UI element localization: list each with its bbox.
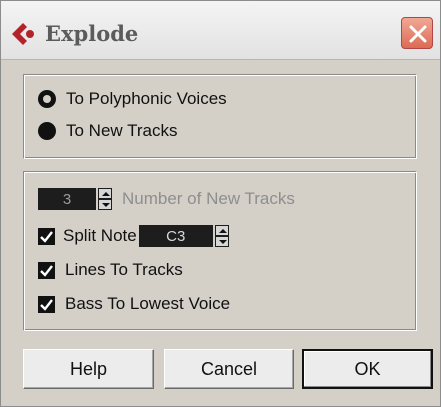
cancel-button[interactable]: Cancel	[164, 349, 294, 389]
dialog-title: Explode	[45, 21, 139, 46]
lines-to-tracks-label: Lines To Tracks	[65, 260, 183, 279]
spin-up-icon[interactable]	[99, 189, 111, 198]
cubase-logo-icon	[11, 22, 37, 46]
split-note-value[interactable]: C3	[138, 225, 213, 247]
explode-mode-group: To Polyphonic Voices To New Tracks	[23, 74, 417, 159]
radio-option-polyphonic-voices[interactable]: To Polyphonic Voices	[38, 87, 227, 111]
lines-to-tracks-row[interactable]: Lines To Tracks	[38, 258, 183, 282]
number-of-tracks-row: 3 Number of New Tracks	[38, 187, 295, 211]
split-note-stepper[interactable]	[214, 225, 229, 247]
lines-to-tracks-checkbox[interactable]	[38, 261, 55, 279]
ok-button[interactable]: OK	[302, 349, 433, 389]
number-of-tracks-stepper[interactable]	[98, 188, 112, 210]
bass-to-lowest-voice-checkbox[interactable]	[38, 295, 55, 313]
title-bar[interactable]: Explode	[1, 1, 440, 60]
check-icon	[40, 298, 53, 311]
bass-to-lowest-voice-label: Bass To Lowest Voice	[65, 294, 231, 313]
explode-options-group: 3 Number of New Tracks Split Note C3 Lin…	[23, 171, 417, 331]
bass-to-lowest-voice-row[interactable]: Bass To Lowest Voice	[38, 292, 230, 316]
check-icon	[40, 264, 53, 277]
radio-button[interactable]	[38, 90, 56, 108]
spin-down-icon[interactable]	[99, 200, 111, 209]
number-of-tracks-value[interactable]: 3	[38, 188, 96, 210]
help-button[interactable]: Help	[23, 349, 154, 389]
radio-button[interactable]	[38, 122, 56, 140]
close-button[interactable]	[401, 17, 433, 49]
radio-label: To Polyphonic Voices	[66, 89, 227, 108]
radio-option-new-tracks[interactable]: To New Tracks	[38, 119, 177, 143]
spin-up-icon[interactable]	[215, 226, 228, 235]
close-icon	[409, 25, 427, 43]
radio-label: To New Tracks	[66, 121, 178, 140]
number-of-tracks-label: Number of New Tracks	[122, 189, 295, 208]
check-icon	[40, 230, 53, 243]
explode-dialog: Explode To Polyphonic Voices To New Trac…	[0, 0, 441, 407]
spin-down-icon[interactable]	[215, 237, 228, 246]
split-note-row: Split Note C3	[38, 224, 229, 248]
split-note-label: Split Note	[63, 226, 137, 245]
split-note-checkbox[interactable]	[38, 227, 55, 245]
